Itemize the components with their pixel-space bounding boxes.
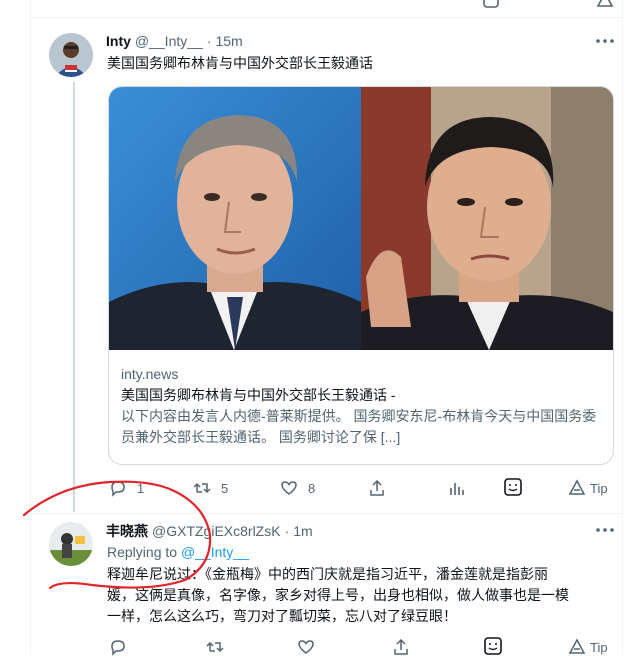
tip-button[interactable]: Tip — [568, 479, 608, 497]
tweet-text-line: 释迦牟尼说过：《金瓶梅》中的西门庆就是指习近平，潘金莲就是指彭丽 — [107, 566, 548, 582]
like-button[interactable] — [297, 638, 315, 656]
reply-count: 1 — [137, 480, 145, 496]
separator-dot: · — [206, 33, 212, 49]
like-count: 8 — [308, 480, 316, 496]
previous-tweet-actions — [31, 0, 622, 10]
author-handle[interactable]: @GXTZgiEXc8rlZsK — [152, 523, 281, 539]
timeline: Inty @__Inty__ · 15m 美国国务卿布林肯与中国外交部长王毅通话 — [30, 0, 623, 656]
reply-icon — [111, 640, 125, 656]
tip-label: Tip — [590, 480, 608, 496]
tip-jar-button[interactable] — [483, 636, 503, 656]
share-icon — [370, 479, 384, 496]
like-icon — [298, 640, 314, 654]
retweet-icon — [206, 641, 224, 653]
card-meta: inty.news 美国国务卿布林肯与中国外交部长王毅通话 - 以下内容由发言人… — [121, 364, 603, 448]
tip-jar-icon — [504, 478, 522, 496]
tweet-text-line: 一样，怎么这么巧，弯刀对了瓢切菜，忘八对了绿豆眼！ — [107, 608, 457, 624]
tip-label: Tip — [590, 639, 608, 655]
divider — [31, 513, 622, 514]
share-icon — [394, 638, 408, 655]
portrait-left-image — [109, 87, 361, 350]
tweet-header: 丰晓燕 @GXTZgiEXc8rlZsK · 1m — [106, 521, 313, 541]
retweet-icon — [193, 482, 211, 494]
replying-handle-link[interactable]: @__Inty__ — [181, 544, 249, 560]
tip-jar-icon — [484, 637, 502, 655]
link-card[interactable]: inty.news 美国国务卿布林肯与中国外交部长王毅通话 - 以下内容由发言人… — [108, 86, 614, 465]
tweet-text: 释迦牟尼说过：《金瓶梅》中的西门庆就是指习近平，潘金莲就是指彭丽 媛，这俩是真像… — [107, 564, 612, 627]
reply-button[interactable] — [109, 638, 127, 656]
replying-prefix: Replying to — [107, 544, 178, 560]
share-button[interactable] — [368, 479, 386, 497]
reply-button[interactable]: 1 — [109, 479, 144, 497]
tweet-actions: 1 5 8 Tip — [31, 477, 622, 499]
card-image[interactable] — [109, 87, 613, 350]
author-name[interactable]: 丰晓燕 — [106, 521, 148, 541]
card-domain: inty.news — [121, 366, 179, 382]
retweet-button[interactable]: 5 — [193, 479, 228, 497]
timestamp[interactable]: 1m — [293, 523, 312, 539]
portrait-left — [109, 87, 361, 350]
timestamp[interactable]: 15m — [215, 33, 242, 49]
avatar-image — [49, 33, 93, 77]
share-button[interactable] — [392, 638, 410, 656]
more-icon[interactable] — [594, 34, 616, 48]
tweet-text: 美国国务卿布林肯与中国外交部长王毅通话 — [107, 55, 373, 71]
tweet-header: Inty @__Inty__ · 15m — [106, 33, 243, 49]
more-icon[interactable] — [594, 523, 616, 537]
thread-line — [73, 82, 75, 512]
analytics-button[interactable] — [448, 479, 466, 497]
tweet-text-line: 媛，这俩是真像，名字像，家乡对得上号，出身也相似，做人做事也是一模 — [107, 587, 569, 603]
retweet-button[interactable] — [206, 638, 224, 656]
tip-icon — [568, 638, 586, 654]
tip-jar-icon[interactable] — [481, 0, 501, 10]
avatar[interactable] — [49, 33, 93, 77]
tip-button[interactable]: Tip — [568, 638, 608, 656]
analytics-icon — [450, 483, 464, 495]
card-title: 美国国务卿布林肯与中国外交部长王毅通话 - — [121, 387, 396, 403]
retweet-count: 5 — [221, 480, 229, 496]
avatar[interactable] — [49, 522, 93, 566]
avatar-image — [49, 522, 93, 566]
author-name[interactable]: Inty — [106, 33, 131, 49]
portrait-right — [361, 87, 613, 350]
replying-to: Replying to @__Inty__ — [107, 544, 249, 560]
like-button[interactable]: 8 — [280, 479, 315, 497]
reply-icon — [111, 481, 125, 497]
author-handle[interactable]: @__Inty__ — [135, 33, 203, 49]
tip-icon — [568, 479, 586, 495]
divider — [31, 17, 622, 18]
tip-icon[interactable] — [595, 0, 615, 10]
card-description: 以下内容由发言人内德-普莱斯提供。 国务卿安东尼-布林肯今天与中国国务委员兼外交… — [121, 408, 597, 445]
like-icon — [281, 481, 297, 495]
separator-dot: · — [284, 523, 290, 539]
portrait-right-image — [361, 87, 613, 350]
tip-jar-button[interactable] — [503, 477, 523, 497]
